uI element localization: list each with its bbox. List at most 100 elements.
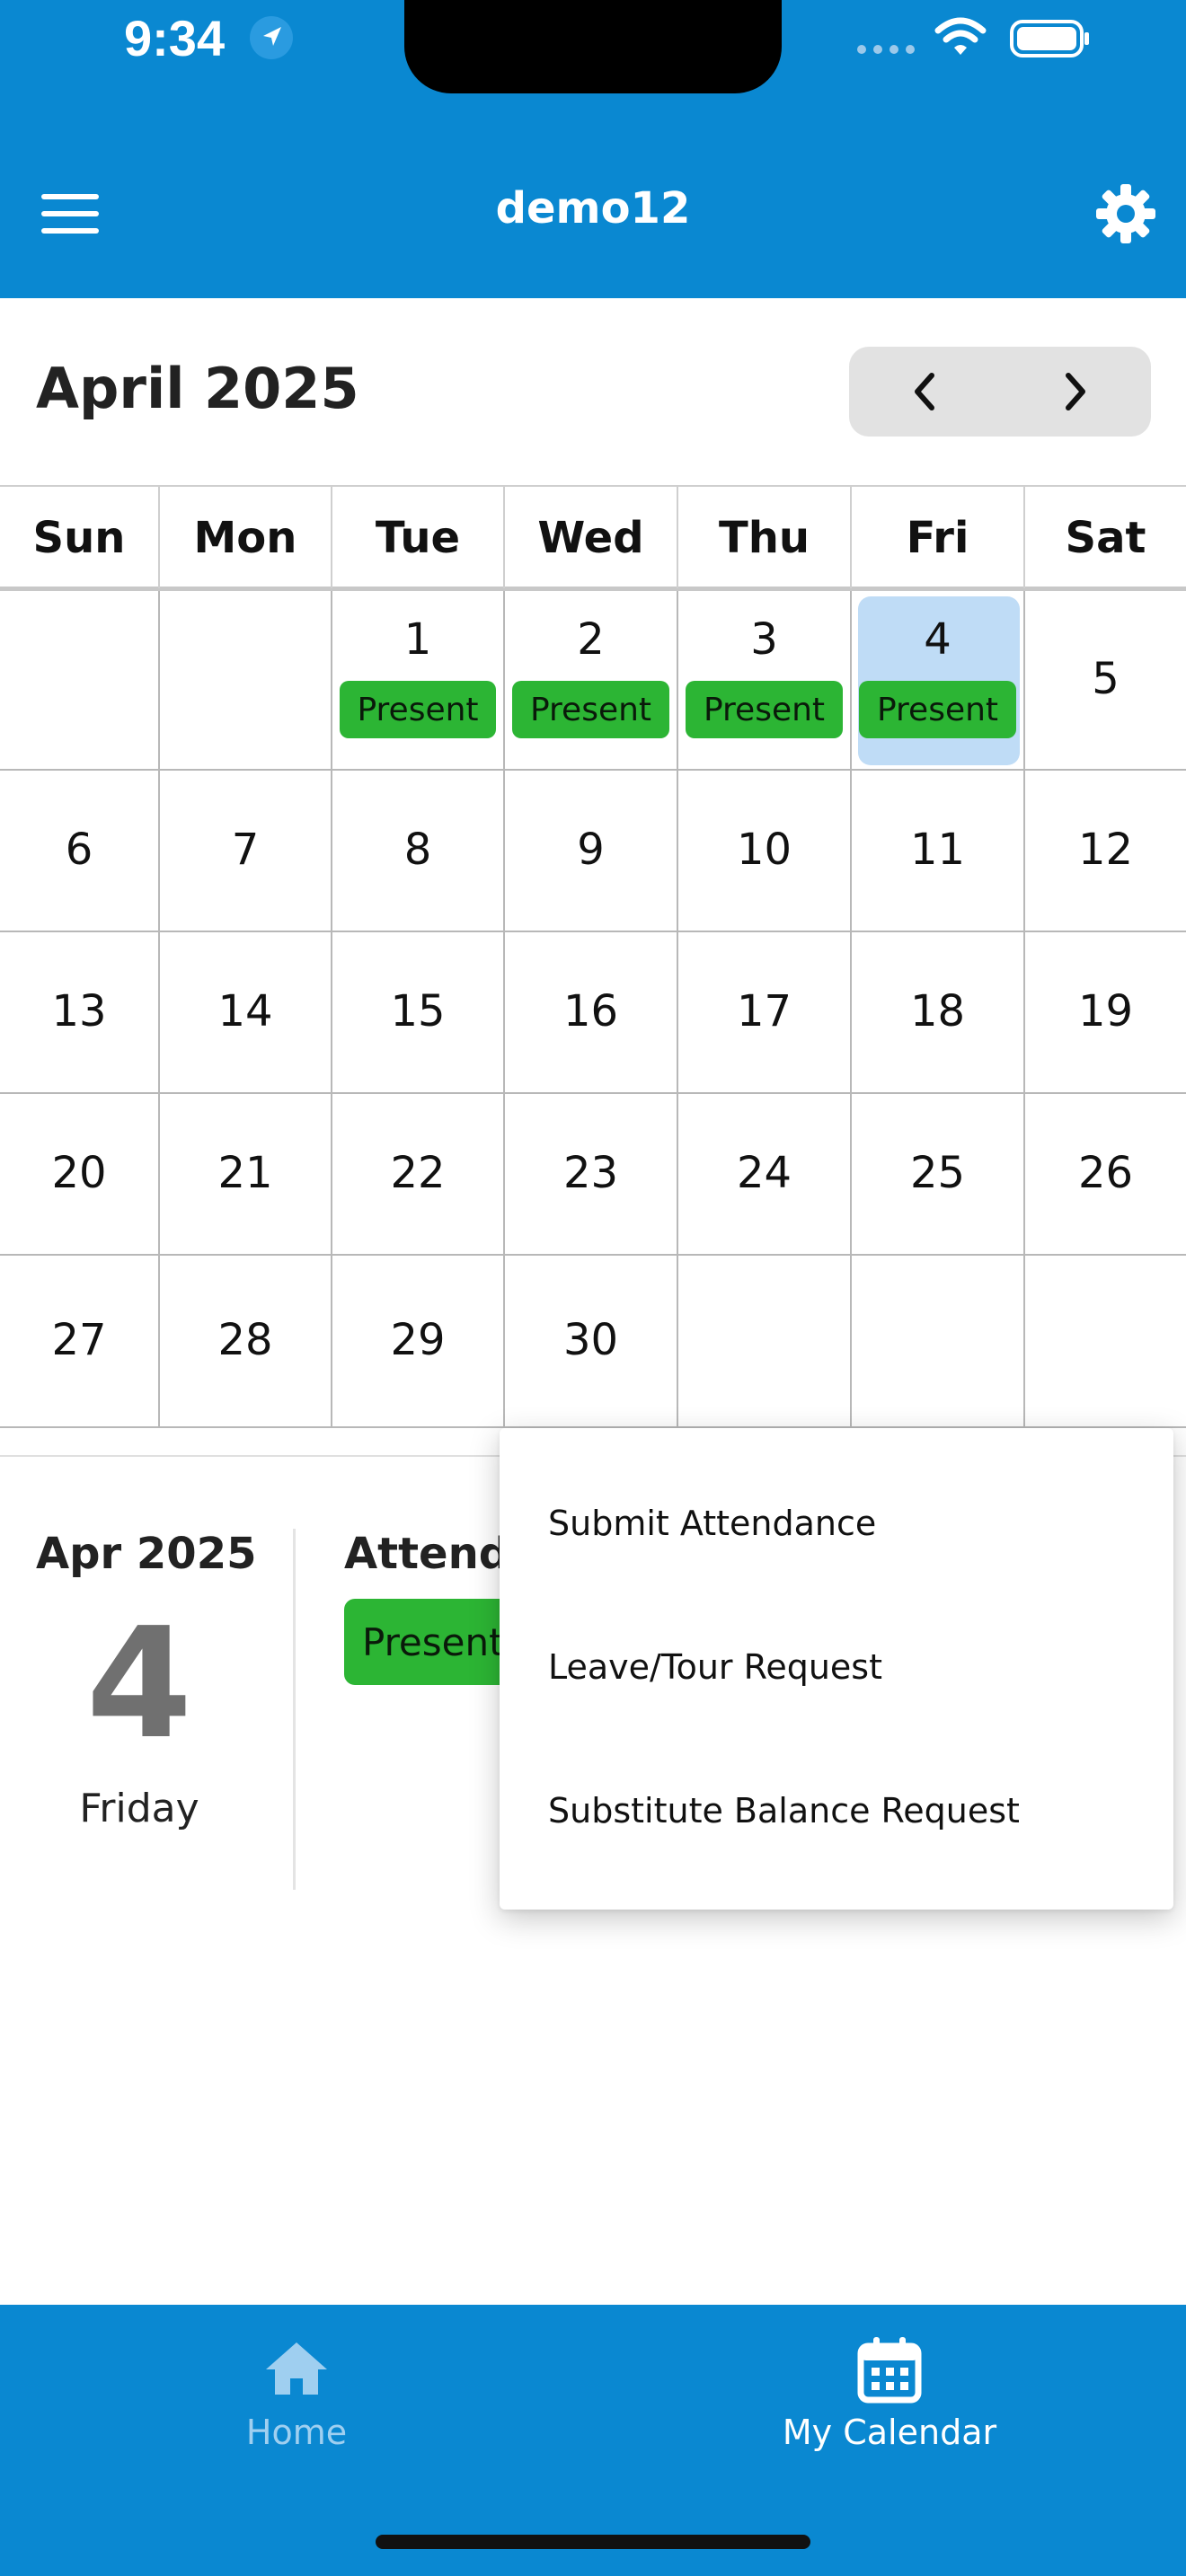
submit-attendance-menu-item[interactable]: Submit Attendance	[548, 1504, 876, 1543]
calendar-day-cell[interactable]: 20	[0, 1094, 160, 1256]
next-month-button[interactable]	[1000, 347, 1151, 437]
month-navigation	[849, 347, 1151, 437]
day-number: 16	[562, 986, 619, 1037]
calendar-day-cell[interactable]: 13	[0, 932, 160, 1094]
calendar-day-cell[interactable]: 12	[1025, 771, 1186, 932]
day-number: 18	[909, 986, 966, 1037]
day-number: 7	[231, 825, 260, 875]
chevron-right-icon	[1066, 373, 1085, 410]
calendar-day-cell[interactable]: 7	[160, 771, 332, 932]
calendar-day-cell[interactable]: 24	[678, 1094, 852, 1256]
day-number: 27	[51, 1315, 107, 1365]
day-number: 26	[1077, 1148, 1134, 1198]
tab-home[interactable]: Home	[0, 2305, 593, 2484]
home-indicator	[376, 2535, 810, 2549]
calendar-icon	[857, 2337, 922, 2404]
month-title: April 2025	[36, 356, 359, 421]
day-number: 8	[403, 825, 432, 875]
day-number: 17	[736, 986, 792, 1037]
gear-icon[interactable]	[1094, 182, 1157, 245]
day-number: 25	[909, 1148, 966, 1198]
calendar-week-row: 27 28 29 30	[0, 1256, 1186, 1428]
calendar-day-cell[interactable]: 9	[505, 771, 678, 932]
calendar-day-cell[interactable]: 25	[852, 1094, 1025, 1256]
calendar-empty-cell	[852, 1256, 1025, 1428]
weekday-header-sun: Sun	[0, 487, 160, 588]
calendar-day-cell[interactable]: 11	[852, 771, 1025, 932]
calendar-week-row: 20 21 22 23 24 25 26	[0, 1094, 1186, 1256]
calendar-empty-cell	[1025, 1256, 1186, 1428]
weekday-header-sat: Sat	[1065, 512, 1146, 563]
day-number: 15	[390, 986, 446, 1037]
calendar-day-cell[interactable]: 5	[1025, 591, 1186, 771]
calendar-day-cell[interactable]: 26	[1025, 1094, 1186, 1256]
attendance-present-badge: Present	[340, 681, 496, 738]
calendar-day-cell[interactable]: 16	[505, 932, 678, 1094]
weekday-header-row: Sun Mon Tue Wed Thu Fri Sat	[0, 485, 1186, 591]
calendar-day-cell[interactable]: 1 Present	[332, 591, 505, 771]
calendar-day-cell[interactable]: 3 Present	[678, 591, 852, 771]
calendar-day-cell[interactable]: 6	[0, 771, 160, 932]
calendar-day-cell[interactable]: 8	[332, 771, 505, 932]
home-icon	[266, 2342, 327, 2395]
calendar-day-cell[interactable]: 27	[0, 1256, 160, 1428]
calendar-empty-cell	[678, 1256, 852, 1428]
divider	[293, 1529, 296, 1890]
previous-month-button[interactable]	[849, 347, 1000, 437]
calendar-day-cell[interactable]: 4 Present	[852, 591, 1025, 771]
day-number: 3	[750, 614, 778, 665]
attendance-present-badge: Present	[512, 681, 669, 738]
day-number: 9	[577, 825, 605, 875]
calendar-day-cell[interactable]: 19	[1025, 932, 1186, 1094]
calendar-day-cell[interactable]: 29	[332, 1256, 505, 1428]
calendar-day-cell[interactable]: 2 Present	[505, 591, 678, 771]
tab-my-calendar[interactable]: My Calendar	[593, 2305, 1186, 2484]
chevron-left-icon	[915, 373, 934, 410]
detail-day-number: 4	[85, 1595, 193, 1773]
weekday-header-mon: Mon	[160, 487, 332, 588]
weekday-header-fri: Fri	[852, 487, 1025, 588]
day-number: 23	[562, 1148, 619, 1198]
day-number: 12	[1077, 825, 1134, 875]
attendance-label: Attend	[344, 1529, 510, 1579]
calendar-day-cell[interactable]: 21	[160, 1094, 332, 1256]
calendar-empty-cell	[0, 591, 160, 771]
calendar-week-row: 13 14 15 16 17 18 19	[0, 932, 1186, 1094]
day-number: 11	[909, 825, 966, 875]
calendar-day-cell[interactable]: 30	[505, 1256, 678, 1428]
calendar-day-cell[interactable]: 15	[332, 932, 505, 1094]
calendar-day-cell[interactable]: 10	[678, 771, 852, 932]
calendar-week-row: 1 Present 2 Present 3 Present 4 Present 5	[0, 591, 1186, 771]
day-number: 14	[217, 986, 273, 1037]
calendar-day-cell[interactable]: 28	[160, 1256, 332, 1428]
calendar-day-cell[interactable]: 17	[678, 932, 852, 1094]
leave-tour-request-menu-item[interactable]: Leave/Tour Request	[548, 1647, 882, 1687]
detail-month: Apr 2025	[36, 1529, 257, 1579]
dynamic-island	[404, 0, 782, 93]
app-title: demo12	[495, 183, 691, 234]
day-number: 5	[1092, 654, 1120, 704]
day-number: 30	[562, 1315, 619, 1365]
weekday-header-thu: Thu	[678, 487, 852, 588]
day-number: 6	[65, 825, 93, 875]
day-number: 29	[390, 1315, 446, 1365]
calendar-day-cell[interactable]: 23	[505, 1094, 678, 1256]
attendance-present-badge: Present	[686, 681, 843, 738]
wifi-icon	[934, 17, 987, 55]
signal-icon	[857, 45, 915, 54]
day-number: 21	[217, 1148, 273, 1198]
calendar-day-cell[interactable]: 22	[332, 1094, 505, 1256]
calendar-day-cell[interactable]: 14	[160, 932, 332, 1094]
substitute-balance-request-menu-item[interactable]: Substitute Balance Request	[548, 1791, 1020, 1831]
weekday-header-wed: Wed	[505, 487, 678, 588]
battery-icon	[1010, 20, 1089, 57]
calendar-day-cell[interactable]: 18	[852, 932, 1025, 1094]
calendar-empty-cell	[160, 591, 332, 771]
day-number: 19	[1077, 986, 1134, 1037]
day-number: 4	[924, 614, 951, 665]
day-number: 24	[736, 1148, 792, 1198]
tab-my-calendar-label: My Calendar	[782, 2413, 997, 2452]
day-number: 13	[51, 986, 107, 1037]
action-popup-menu: Submit Attendance Leave/Tour Request Sub…	[500, 1428, 1173, 1910]
tab-home-label: Home	[245, 2413, 348, 2452]
